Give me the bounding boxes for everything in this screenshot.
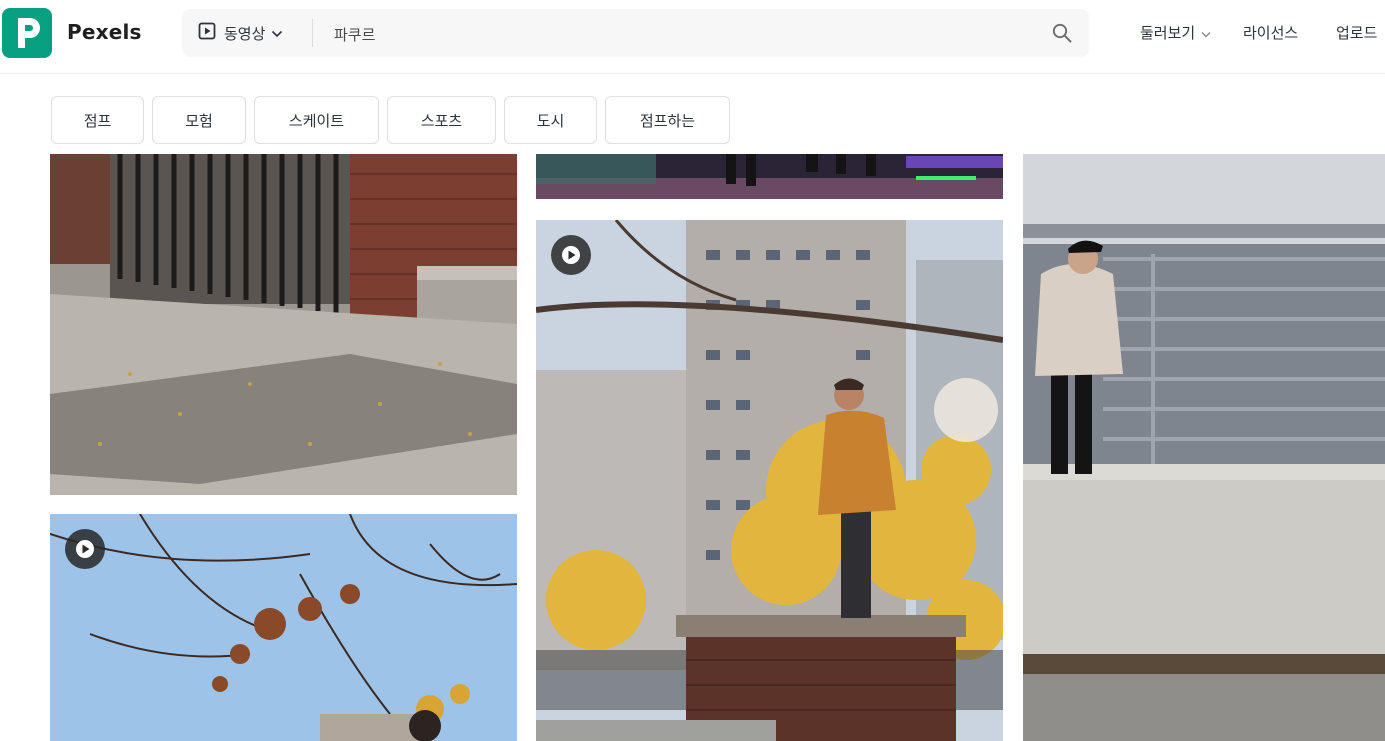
- nav-browse-label: 둘러보기: [1140, 24, 1196, 42]
- search-input[interactable]: [332, 15, 1026, 53]
- chip-sports[interactable]: 스포츠: [387, 96, 496, 144]
- video-thumbnail: [536, 220, 1003, 741]
- video-tile-5[interactable]: [50, 514, 517, 741]
- search-bar: 동영상: [182, 9, 1089, 57]
- brand-name[interactable]: Pexels: [67, 20, 142, 44]
- chip-skate[interactable]: 스케이트: [254, 96, 379, 144]
- play-icon: [65, 529, 105, 569]
- chip-city[interactable]: 도시: [504, 96, 597, 144]
- search-icon[interactable]: [1052, 23, 1072, 47]
- chip-jump[interactable]: 점프: [51, 96, 144, 144]
- nav-license[interactable]: 라이선스: [1243, 22, 1298, 43]
- video-tile-4[interactable]: [1023, 154, 1385, 741]
- video-thumbnail: [50, 154, 517, 495]
- nav-upload[interactable]: 업로드: [1336, 22, 1377, 43]
- chip-jumping[interactable]: 점프하는: [605, 96, 730, 144]
- search-divider: [312, 19, 313, 47]
- video-tile-1[interactable]: [50, 154, 517, 495]
- media-type-select[interactable]: 동영상: [198, 9, 283, 57]
- chevron-down-icon: [271, 24, 283, 42]
- play-icon: [551, 235, 591, 275]
- media-type-label: 동영상: [224, 24, 266, 43]
- play-square-icon: [198, 22, 216, 44]
- pexels-logo-icon[interactable]: [2, 8, 52, 58]
- chip-adventure[interactable]: 모험: [152, 96, 246, 144]
- video-tile-2[interactable]: [536, 154, 1003, 199]
- video-thumbnail: [50, 514, 517, 741]
- video-tile-3[interactable]: [536, 220, 1003, 741]
- nav-browse[interactable]: 둘러보기: [1140, 22, 1211, 43]
- video-thumbnail: [536, 154, 1003, 199]
- video-thumbnail: [1023, 154, 1385, 741]
- top-header: Pexels 동영상 둘러보기: [0, 0, 1385, 74]
- chevron-down-icon: [1201, 24, 1211, 42]
